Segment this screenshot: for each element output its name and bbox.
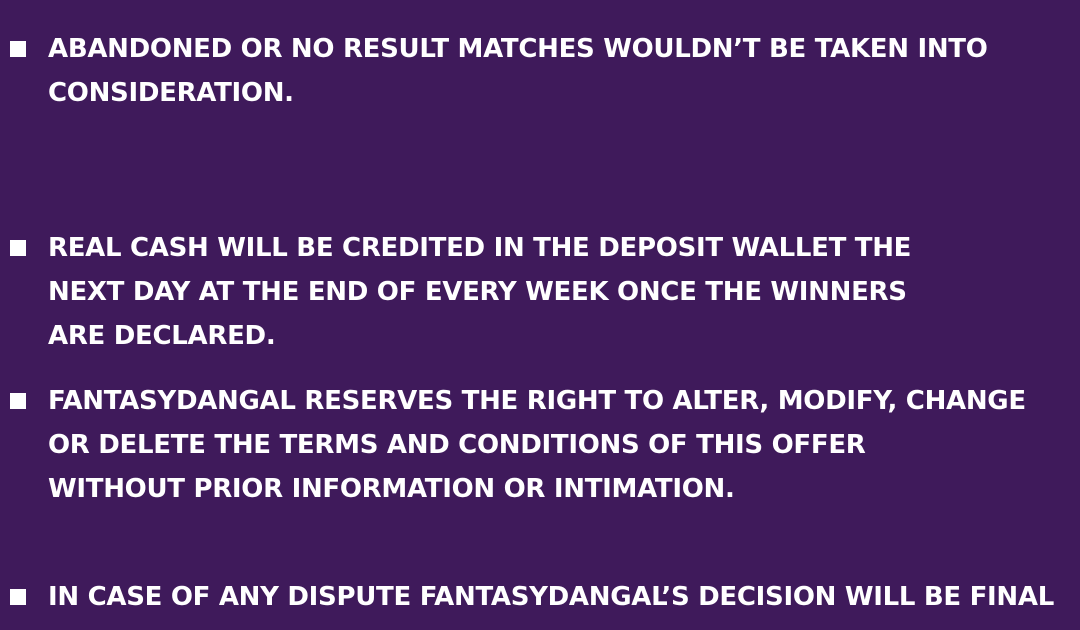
term-line: FANTASYDANGAL RESERVES THE RIGHT TO ALTE…	[48, 386, 1026, 416]
term-line: IN CASE OF ANY DISPUTE FANTASYDANGAL’S D…	[48, 582, 1054, 612]
term-text: ABANDONED OR NO RESULT MATCHES WOULDN’T …	[48, 27, 988, 115]
term-text: FANTASYDANGAL RESERVES THE RIGHT TO ALTE…	[48, 379, 1026, 511]
term-line: OR DELETE THE TERMS AND CONDITIONS OF TH…	[48, 430, 866, 460]
term-line: CONSIDERATION.	[48, 78, 294, 108]
term-line: ABANDONED OR NO RESULT MATCHES WOULDN’T …	[48, 34, 988, 64]
square-bullet-icon	[10, 589, 26, 605]
term-line: REAL CASH WILL BE CREDITED IN THE DEPOSI…	[48, 233, 912, 263]
term-text: REAL CASH WILL BE CREDITED IN THE DEPOSI…	[48, 226, 911, 358]
square-bullet-icon	[10, 393, 26, 409]
term-line: ARE DECLARED.	[48, 321, 276, 351]
square-bullet-icon	[10, 240, 26, 256]
terms-list: ABANDONED OR NO RESULT MATCHES WOULDN’T …	[0, 0, 1080, 630]
term-line: WITHOUT PRIOR INFORMATION OR INTIMATION.	[48, 474, 735, 504]
term-text: IN CASE OF ANY DISPUTE FANTASYDANGAL’S D…	[48, 575, 1054, 619]
square-bullet-icon	[10, 41, 26, 57]
term-line: NEXT DAY AT THE END OF EVERY WEEK ONCE T…	[48, 277, 907, 307]
